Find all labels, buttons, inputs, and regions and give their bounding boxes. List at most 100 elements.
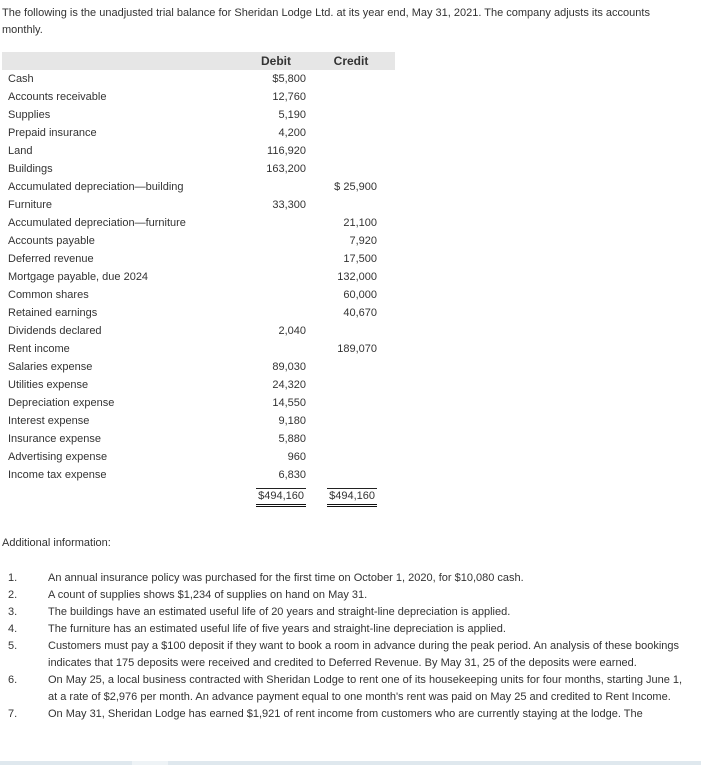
debit-amount [226,214,306,232]
additional-info-heading: Additional information: [2,537,111,549]
list-item: 1. An annual insurance policy was purchas… [8,570,688,587]
credit-amount: 60,000 [343,289,377,301]
debit-amount: 5,190 [278,109,306,121]
account-name: Salaries expense [8,361,93,373]
debit-amount [226,232,306,250]
credit-amount [325,70,377,88]
credit-amount [325,142,377,160]
intro-text: The following is the unadjusted trial ba… [2,7,650,36]
account-name: Depreciation expense [8,397,115,409]
table-row: Accumulated depreciation—building $ 25,90… [2,178,395,196]
debit-total: $494,160 [226,484,306,507]
account-name: Income tax expense [8,469,107,481]
account-name: Dividends declared [8,325,102,337]
debit-header: Debit [226,52,306,70]
credit-amount: 21,100 [343,217,377,229]
table-row: Depreciation expense 14,550 [2,394,395,412]
credit-amount [325,376,377,394]
account-name: Buildings [8,163,53,175]
table-row: Salaries expense 89,030 [2,358,395,376]
table-row: Prepaid insurance 4,200 [2,124,395,142]
credit-amount [325,88,377,106]
list-item-text: Customers must pay a $100 deposit if the… [48,640,680,669]
account-name: Prepaid insurance [8,127,97,139]
list-item: 2. A count of supplies shows $1,234 of su… [8,587,688,604]
credit-amount [325,160,377,178]
credit-amount [325,412,377,430]
list-item-text: On May 25, a local business contracted w… [48,674,683,703]
debit-amount [226,340,306,358]
debit-amount: 4,200 [278,127,306,139]
credit-header: Credit [325,52,377,70]
additional-info-list: 1. An annual insurance policy was purchas… [8,570,688,723]
account-name: Mortgage payable, due 2024 [8,271,149,283]
credit-amount [325,124,377,142]
list-item-text: The furniture has an estimated useful li… [48,623,506,635]
account-name: Retained earnings [8,307,98,319]
list-item-number: 7. [8,708,18,720]
credit-amount: 17,500 [343,253,377,265]
credit-amount: 132,000 [337,271,377,283]
table-row: Land 116,920 [2,142,395,160]
table-row: Advertising expense 960 [2,448,395,466]
list-item-number: 5. [8,640,18,652]
account-name: Common shares [8,289,89,301]
account-name: Rent income [8,343,70,355]
debit-amount [226,178,306,196]
debit-amount: 33,300 [272,199,306,211]
table-row: Supplies 5,190 [2,106,395,124]
debit-amount: 163,200 [266,163,306,175]
credit-amount: 40,670 [343,307,377,319]
list-item: 3. The buildings have an estimated useful… [8,604,688,621]
account-name: Insurance expense [8,433,101,445]
table-row: Furniture 33,300 [2,196,395,214]
credit-amount: 189,070 [337,343,377,355]
table-row: Accounts payable 7,920 [2,232,395,250]
table-row: Buildings 163,200 [2,160,395,178]
credit-total: $494,160 [325,484,377,507]
credit-amount: $ 25,900 [334,181,377,193]
account-header [2,52,226,70]
credit-amount [325,430,377,448]
debit-amount: 24,320 [272,379,306,391]
table-row: Utilities expense 24,320 [2,376,395,394]
table-row: Common shares 60,000 [2,286,395,304]
credit-amount [325,358,377,376]
list-item-number: 3. [8,606,18,618]
list-item-text: On May 31, Sheridan Lodge has earned $1,… [48,708,643,720]
debit-amount: 9,180 [278,415,306,427]
scrollbar-thumb[interactable] [132,761,168,765]
credit-amount [325,322,377,340]
list-item: 5. Customers must pay a $100 deposit if t… [8,638,688,672]
account-name: Deferred revenue [8,253,94,265]
account-name: Furniture [8,199,53,211]
account-name: Interest expense [8,415,90,427]
account-name: Accumulated depreciation—furniture [8,217,186,229]
credit-amount [325,394,377,412]
list-item-number: 6. [8,674,18,686]
account-name: Supplies [8,109,51,121]
account-name: Accounts receivable [8,91,107,103]
table-row: Dividends declared 2,040 [2,322,395,340]
list-item-number: 4. [8,623,18,635]
debit-amount: 14,550 [272,397,306,409]
debit-amount: 116,920 [267,145,306,157]
credit-amount [325,196,377,214]
list-item-text: An annual insurance policy was purchased… [48,572,524,584]
list-item-number: 2. [8,589,18,601]
table-row: Deferred revenue 17,500 [2,250,395,268]
debit-amount [226,286,306,304]
debit-amount: 6,830 [278,469,306,481]
horizontal-scrollbar[interactable] [0,761,701,765]
account-name: Land [8,145,33,157]
totals-row: $494,160 $494,160 [2,484,395,507]
table-row: Interest expense 9,180 [2,412,395,430]
table-row: Insurance expense 5,880 [2,430,395,448]
debit-amount [226,268,306,286]
table-row: Retained earnings 40,670 [2,304,395,322]
debit-amount: 12,760 [272,91,306,103]
debit-amount: $5,800 [272,73,306,85]
debit-amount [226,250,306,268]
list-item-number: 1. [8,572,18,584]
table-row: Accounts receivable 12,760 [2,88,395,106]
